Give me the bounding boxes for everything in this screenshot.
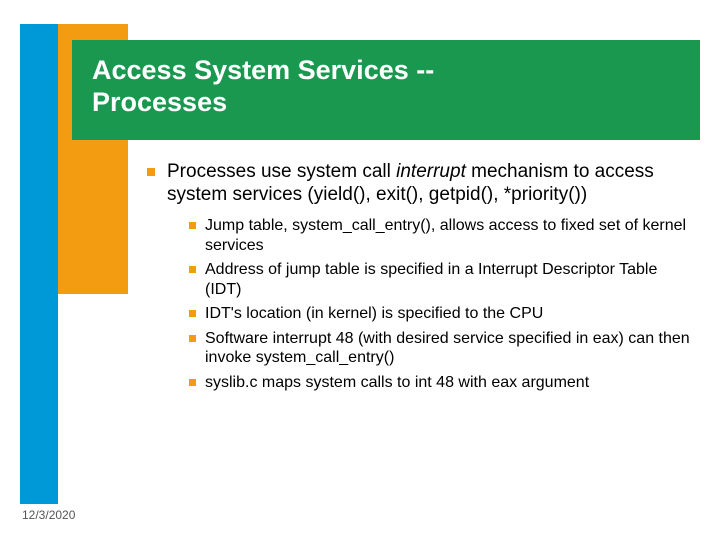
content-area: Processes use system call interrupt mech… [145,160,697,402]
list-item: Address of jump table is specified in a … [187,260,697,299]
bullet-list-lvl1: Processes use system call interrupt mech… [145,160,697,392]
bullet-text: Software interrupt 48 (with desired serv… [205,330,690,367]
title-line-2: Processes [92,87,227,117]
title-line-1: Access System Services -- [92,55,434,85]
bullet-text-pre: Processes use system call [167,161,396,182]
bullet-text: syslib.c maps system calls to int 48 wit… [205,374,589,391]
title-banner: Access System Services -- Processes [72,40,700,140]
list-item: Processes use system call interrupt mech… [145,160,697,392]
list-item: Software interrupt 48 (with desired serv… [187,329,697,368]
slide: Access System Services -- Processes Proc… [0,0,720,540]
bullet-text: Jump table, system_call_entry(), allows … [205,217,686,254]
footer-date: 12/3/2020 [22,508,75,522]
slide-title: Access System Services -- Processes [92,54,434,119]
decor-blue-strip [20,24,58,504]
bullet-text: Address of jump table is specified in a … [205,261,657,298]
list-item: Jump table, system_call_entry(), allows … [187,216,697,255]
bullet-text: IDT's location (in kernel) is specified … [205,305,543,322]
bullet-list-lvl2: Jump table, system_call_entry(), allows … [187,216,697,392]
list-item: IDT's location (in kernel) is specified … [187,304,697,324]
list-item: syslib.c maps system calls to int 48 wit… [187,373,697,393]
bullet-text-italic: interrupt [396,161,466,182]
